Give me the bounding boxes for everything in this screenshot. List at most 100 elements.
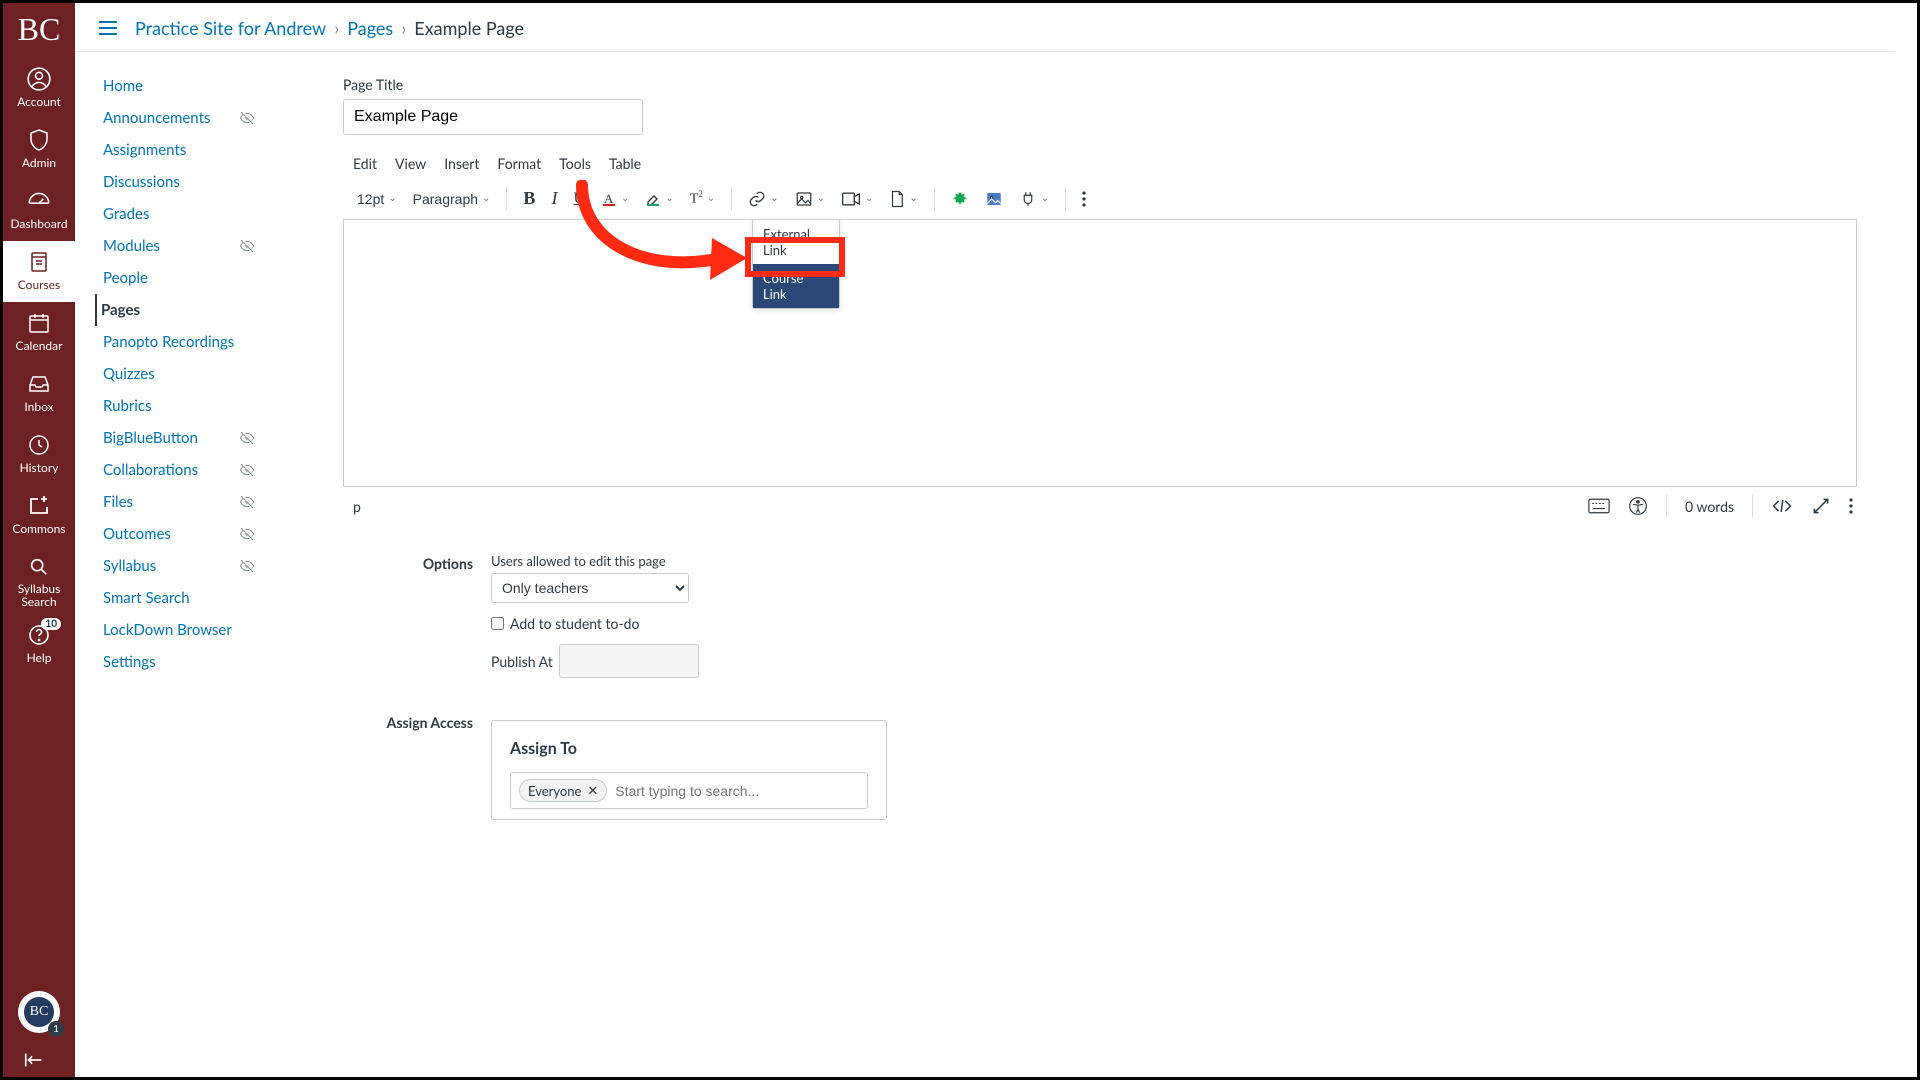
plugin-button[interactable]: ⌄ <box>1013 186 1055 212</box>
course-nav-item[interactable]: LockDown Browser <box>97 614 265 646</box>
document-button[interactable]: ⌄ <box>883 186 923 212</box>
collapse-nav-button[interactable] <box>3 1051 75 1069</box>
course-nav-item[interactable]: BigBlueButton <box>97 422 265 454</box>
course-nav-item[interactable]: Modules <box>97 230 265 262</box>
media-button[interactable]: ⌄ <box>835 187 879 211</box>
topbar: Practice Site for Andrew › Pages › Examp… <box>75 3 1895 52</box>
assign-to-title: Assign To <box>510 739 868 758</box>
assign-search-input[interactable] <box>615 783 859 799</box>
assign-heading: Assign Access <box>343 712 473 820</box>
nav-calendar[interactable]: Calendar <box>3 302 75 363</box>
todo-checkbox[interactable] <box>491 617 504 630</box>
tag-remove-icon[interactable]: ✕ <box>587 782 598 799</box>
menubar-item[interactable]: Format <box>497 155 541 172</box>
nav-help[interactable]: 10 Help <box>3 614 75 675</box>
nav-label: Help <box>27 650 52 665</box>
course-nav-item[interactable]: Collaborations <box>97 454 265 486</box>
options-section: Options Users allowed to edit this page … <box>343 553 1857 678</box>
course-nav-item[interactable]: Quizzes <box>97 358 265 390</box>
course-nav-item[interactable]: Discussions <box>97 166 265 198</box>
nav-history[interactable]: History <box>3 424 75 485</box>
course-nav-item[interactable]: Assignments <box>97 134 265 166</box>
logo[interactable]: BC <box>18 7 61 58</box>
breadcrumb-section[interactable]: Pages <box>347 17 393 39</box>
course-nav-label: Home <box>103 77 143 95</box>
nav-admin[interactable]: Admin <box>3 119 75 180</box>
image-button[interactable]: ⌄ <box>789 186 831 212</box>
more-button[interactable] <box>1076 187 1092 211</box>
options-heading: Options <box>343 553 473 678</box>
course-nav-item[interactable]: Rubrics <box>97 390 265 422</box>
block-format-select[interactable]: Paragraph⌄ <box>407 187 497 211</box>
help-badge: 10 <box>41 618 61 630</box>
font-size-select[interactable]: 12pt⌄ <box>351 187 403 211</box>
editor-statusbar: p 0 words <box>343 487 1857 525</box>
hidden-icon <box>239 558 255 574</box>
course-nav-label: Rubrics <box>103 397 152 415</box>
main-editor-area: Page Title EditViewInsertFormatToolsTabl… <box>265 52 1917 1077</box>
nav-label: Calendar <box>16 338 63 353</box>
menubar-item[interactable]: View <box>395 155 426 172</box>
breadcrumb: Practice Site for Andrew › Pages › Examp… <box>135 17 524 39</box>
menubar-item[interactable]: Edit <box>353 155 377 172</box>
editor-menubar: Edit View Insert Format Tools Table <box>343 155 1857 172</box>
course-nav-label: Quizzes <box>103 365 155 383</box>
html-view-icon[interactable] <box>1771 498 1793 514</box>
nav-courses[interactable]: Courses <box>3 241 75 302</box>
course-nav-item[interactable]: Panopto Recordings <box>97 326 265 358</box>
assign-to-input-wrap[interactable]: Everyone ✕ <box>510 772 868 809</box>
nav-label: Commons <box>12 521 65 536</box>
course-nav-item[interactable]: Grades <box>97 198 265 230</box>
course-nav-item[interactable]: Files <box>97 486 265 518</box>
toolbar-separator <box>1065 188 1066 210</box>
breadcrumb-site[interactable]: Practice Site for Andrew <box>135 17 326 39</box>
course-nav-label: Syllabus <box>103 557 156 575</box>
todo-checkbox-row[interactable]: Add to student to-do <box>491 615 1857 632</box>
nav-label: Courses <box>18 277 60 292</box>
fullscreen-icon[interactable] <box>1811 496 1831 516</box>
course-nav-item[interactable]: Announcements <box>97 102 265 134</box>
editor-canvas[interactable]: External Link Course Link <box>343 219 1857 487</box>
accessibility-icon[interactable] <box>1628 496 1648 516</box>
nav-dashboard[interactable]: Dashboard <box>3 180 75 241</box>
menubar-item[interactable]: Tools <box>559 155 591 172</box>
nav-account[interactable]: Account <box>3 58 75 119</box>
nav-label: Admin <box>22 155 56 170</box>
course-nav-label: Settings <box>103 653 156 671</box>
content-area: Practice Site for Andrew › Pages › Examp… <box>75 3 1917 1077</box>
nav-label: Inbox <box>24 399 53 414</box>
hamburger-icon[interactable] <box>97 19 119 37</box>
separator <box>1666 495 1667 517</box>
assign-card: Assign To Everyone ✕ <box>491 720 887 820</box>
toolbar-separator <box>506 188 507 210</box>
course-nav-item[interactable]: Syllabus <box>97 550 265 582</box>
menubar-item[interactable]: Table <box>609 155 641 172</box>
avatar-bubble[interactable]: BC 1 <box>18 991 60 1033</box>
menubar-item[interactable]: Insert <box>444 155 479 172</box>
course-nav-item[interactable]: Smart Search <box>97 582 265 614</box>
breadcrumb-current: Example Page <box>414 17 524 39</box>
nav-inbox[interactable]: Inbox <box>3 363 75 424</box>
italic-button[interactable]: I <box>545 184 563 213</box>
shield-icon <box>26 127 52 153</box>
hidden-icon <box>239 430 255 446</box>
apps-button[interactable] <box>945 186 975 212</box>
more-icon[interactable] <box>1849 498 1853 514</box>
hidden-icon <box>239 238 255 254</box>
page-title-input[interactable] <box>343 99 643 135</box>
users-allowed-select[interactable]: Only teachers <box>491 573 689 603</box>
course-nav-item[interactable]: Outcomes <box>97 518 265 550</box>
course-nav-item[interactable]: Pages <box>95 294 265 326</box>
embed-image-button[interactable] <box>979 186 1009 212</box>
publish-at-input[interactable] <box>559 644 699 678</box>
nav-syllabus-search[interactable]: SyllabusSearch <box>3 546 75 614</box>
bold-button[interactable]: B <box>517 184 541 213</box>
course-nav-item[interactable]: Settings <box>97 646 265 678</box>
keyboard-icon[interactable] <box>1588 498 1610 514</box>
global-nav: BC Account Admin Dashboard Courses <box>3 3 75 1077</box>
course-nav-label: BigBlueButton <box>103 429 198 447</box>
course-nav-item[interactable]: Home <box>97 70 265 102</box>
nav-commons[interactable]: Commons <box>3 485 75 546</box>
element-path[interactable]: p <box>347 498 361 515</box>
course-nav-item[interactable]: People <box>97 262 265 294</box>
